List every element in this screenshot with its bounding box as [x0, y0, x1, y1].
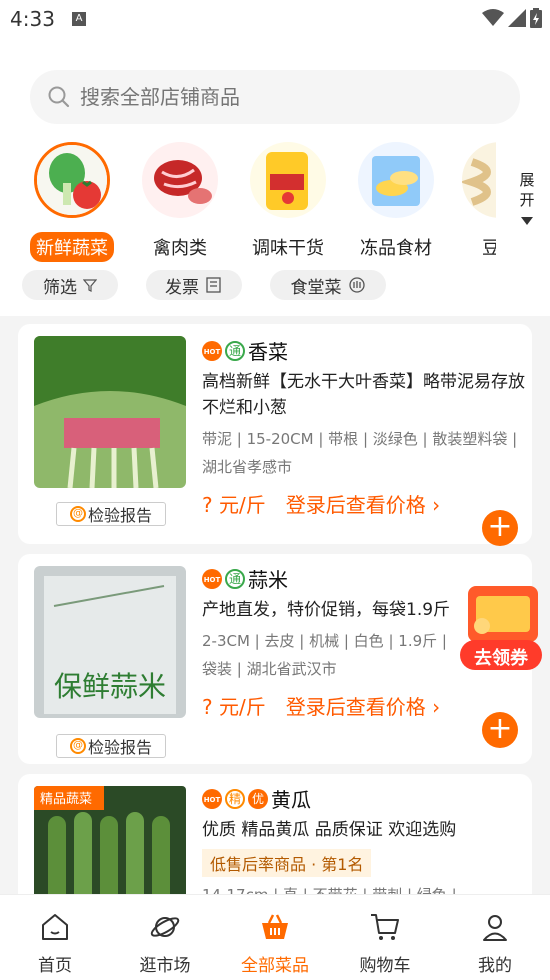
product-info: HOT 通 香菜 高档新鲜【无水干大叶香菜】略带泥易存放不烂和小葱 带泥 | 1…: [202, 336, 532, 518]
add-to-cart-button[interactable]: +: [482, 510, 518, 546]
filter-icon: [83, 279, 97, 292]
tong-badge: 通: [225, 568, 245, 589]
category-image-meat: [142, 142, 218, 218]
tab-label: 逛市场: [139, 956, 191, 976]
product-name: 蒜米: [248, 568, 288, 592]
category-image-bean: [462, 142, 496, 218]
category-poultry-meat[interactable]: 禽肉类: [130, 140, 230, 262]
report-icon: @: [69, 738, 86, 754]
jing-badge: 精: [225, 788, 245, 809]
product-image-cucumber: 精品蔬菜: [34, 786, 186, 896]
filter-label: 筛选: [43, 277, 77, 298]
category-bean[interactable]: 豆: [454, 140, 496, 262]
category-label: 新鲜蔬菜: [30, 232, 114, 262]
product-tag: 精品蔬菜: [40, 792, 93, 807]
tab-home[interactable]: 首页: [0, 895, 110, 980]
svg-text:保鲜蒜米: 保鲜蒜米: [54, 670, 166, 703]
filter-chip[interactable]: 筛选: [22, 270, 118, 300]
rank-badge: 低售后率商品 · 第1名: [202, 849, 372, 877]
add-to-cart-button[interactable]: +: [482, 712, 518, 748]
search-icon: [48, 86, 70, 108]
category-label: 禽肉类: [153, 238, 207, 259]
tab-market[interactable]: 逛市场: [110, 895, 220, 980]
tab-all-dishes[interactable]: 全部菜品: [220, 895, 330, 980]
product-desc: 高档新鲜【无水干大叶香菜】略带泥易存放不烂和小葱: [202, 372, 525, 418]
product-info: HOT 精 优 黄瓜 优质 精品黄瓜 品质保证 欢迎选购 低售后率商品 · 第1…: [202, 784, 532, 896]
category-image-frozen: [358, 142, 434, 218]
category-image-seasoning: [250, 142, 326, 218]
filter-row: 筛选 发票 食堂菜: [0, 270, 550, 302]
status-icons: [482, 8, 542, 28]
login-price-link[interactable]: 登录后查看价格 ›: [286, 489, 440, 518]
inspection-report-button[interactable]: @ 检验报告: [56, 502, 166, 526]
report-icon: @: [69, 506, 86, 522]
canteen-icon: [348, 277, 365, 293]
invoice-label: 发票: [165, 277, 199, 298]
tab-profile[interactable]: 我的: [440, 895, 550, 980]
expand-label: 展开: [519, 171, 535, 209]
tong-badge: 通: [225, 340, 245, 361]
search-bar[interactable]: [30, 70, 520, 124]
product-card[interactable]: 精品蔬菜 HOT 精 优 黄瓜 优质 精品黄瓜 品质保证 欢迎选购 低售后率商品…: [18, 774, 532, 896]
planet-icon: [150, 917, 180, 937]
product-desc: 优质 精品黄瓜 品质保证 欢迎选购: [202, 820, 457, 840]
product-card[interactable]: @ 检验报告 HOT 通 香菜 高档新鲜【无水干大叶香菜】略带泥易存放不烂和小葱…: [18, 324, 532, 546]
status-bar: 4:33 A: [0, 0, 550, 38]
tab-label: 全部菜品: [241, 956, 309, 976]
wifi-icon: [482, 9, 504, 26]
category-label: 豆: [482, 238, 496, 259]
price-row: ? 元/斤 登录后查看价格 ›: [202, 489, 532, 518]
hot-badge: HOT: [202, 568, 222, 589]
search-input[interactable]: [80, 85, 480, 109]
product-name: 黄瓜: [271, 788, 311, 812]
basket-icon: [262, 914, 288, 939]
coupon-label: 去领券: [474, 648, 528, 669]
battery-icon: [530, 8, 542, 28]
category-image-vegetables: [34, 142, 110, 218]
hot-badge: HOT: [202, 340, 222, 361]
category-row: 新鲜蔬菜 禽肉类 调味干货 冻品食材 豆 展开: [0, 140, 550, 262]
home-icon: [42, 914, 68, 940]
product-image-coriander: [34, 336, 186, 488]
canteen-chip[interactable]: 食堂菜: [270, 270, 386, 300]
category-label: 调味干货: [252, 238, 324, 259]
report-label: 检验报告: [87, 738, 152, 757]
invoice-chip[interactable]: 发票: [146, 270, 242, 300]
you-badge: 优: [248, 788, 268, 809]
category-seasoning[interactable]: 调味干货: [238, 140, 338, 262]
product-spec: 带泥 | 15-20CM | 带根 | 淡绿色 | 散装塑料袋 | 湖北省孝感市: [202, 430, 518, 476]
hot-badge: HOT: [202, 788, 222, 809]
invoice-icon: [206, 277, 221, 293]
category-frozen[interactable]: 冻品食材: [346, 140, 446, 262]
product-spec: 2-3CM | 去皮 | 机械 | 白色 | 1.9斤 | 袋装 | 湖北省武汉…: [202, 632, 447, 678]
product-name: 香菜: [248, 340, 288, 364]
tab-label: 首页: [38, 956, 72, 976]
coupon-float-button[interactable]: 去领券: [460, 586, 542, 672]
tab-cart[interactable]: 购物车: [330, 895, 440, 980]
status-time: 4:33: [10, 7, 55, 31]
report-label: 检验报告: [87, 506, 152, 525]
user-icon: [483, 915, 507, 941]
product-image-garlic: 保鲜蒜米: [34, 566, 186, 718]
price-row: ? 元/斤 登录后查看价格 ›: [202, 691, 532, 720]
signal-icon: [508, 9, 526, 27]
login-price-link[interactable]: 登录后查看价格 ›: [286, 691, 440, 720]
category-label: 冻品食材: [360, 238, 432, 259]
expand-button[interactable]: 展开: [514, 170, 540, 230]
inspection-report-button[interactable]: @ 检验报告: [56, 734, 166, 758]
tab-label: 我的: [478, 956, 512, 976]
product-card[interactable]: 保鲜蒜米 @ 检验报告 HOT 通 蒜米 产地直发，特价促销，每袋1.9斤 2-…: [18, 554, 532, 764]
tab-label: 购物车: [359, 956, 411, 976]
bottom-tab-bar: 首页 逛市场 全部菜品 购物车 我的: [0, 894, 550, 979]
product-price: ? 元/斤: [202, 695, 266, 719]
category-fresh-vegetables[interactable]: 新鲜蔬菜: [22, 140, 122, 262]
canteen-label: 食堂菜: [290, 277, 342, 298]
triangle-down-icon: [521, 217, 533, 225]
product-price: ? 元/斤: [202, 493, 266, 517]
cart-icon: [371, 914, 399, 940]
sim-icon: A: [72, 12, 86, 26]
